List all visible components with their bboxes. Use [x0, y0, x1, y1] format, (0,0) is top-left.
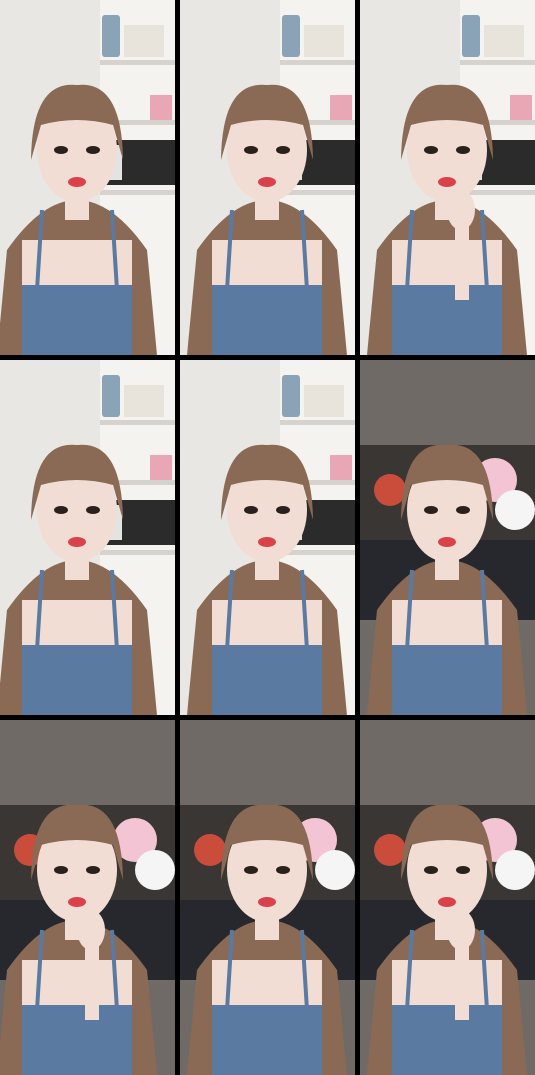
pink-box [330, 455, 352, 480]
denim-top [22, 645, 132, 715]
eye-right [456, 866, 470, 874]
canister [282, 15, 300, 57]
eye-left [54, 506, 68, 514]
eye-right [86, 146, 100, 154]
denim-top [392, 285, 502, 355]
photo-tile-1 [0, 0, 175, 355]
plush-toy-white [315, 850, 355, 890]
pink-box [330, 95, 352, 120]
pink-box [510, 95, 532, 120]
photo-tile-4 [0, 360, 175, 715]
photo-6 [360, 360, 535, 715]
photo-5 [180, 360, 355, 715]
canister [102, 15, 120, 57]
lips [438, 897, 456, 907]
eye-right [86, 506, 100, 514]
denim-top [212, 285, 322, 355]
denim-top [22, 1005, 132, 1075]
eye-left [244, 866, 258, 874]
lips [68, 897, 86, 907]
eye-left [244, 506, 258, 514]
denim-top [212, 1005, 322, 1075]
photo-1 [0, 0, 175, 355]
denim-top [392, 645, 502, 715]
lips [258, 177, 276, 187]
storage-box [124, 25, 164, 57]
lips [438, 537, 456, 547]
lips [438, 177, 456, 187]
pink-box [150, 95, 172, 120]
eye-right [456, 506, 470, 514]
photo-collage [0, 0, 535, 1075]
forearm [455, 220, 469, 300]
photo-4 [0, 360, 175, 715]
shelf-board [280, 420, 355, 425]
photo-tile-8 [180, 720, 355, 1075]
shelf-board [100, 190, 175, 195]
eye-left [424, 506, 438, 514]
photo-tile-7 [0, 720, 175, 1075]
lips [68, 177, 86, 187]
canister [462, 15, 480, 57]
lips [258, 537, 276, 547]
eye-left [244, 146, 258, 154]
toy-red [374, 474, 406, 506]
eye-right [456, 146, 470, 154]
photo-7 [0, 720, 175, 1075]
canister [102, 375, 120, 417]
eye-left [54, 146, 68, 154]
denim-top [392, 1005, 502, 1075]
toy-red [194, 834, 226, 866]
photo-3 [360, 0, 535, 355]
pink-box [150, 455, 172, 480]
shelf-board [100, 60, 175, 65]
storage-box [304, 25, 344, 57]
plush-toy-white [495, 850, 535, 890]
lips [258, 897, 276, 907]
photo-tile-3 [360, 0, 535, 355]
storage-box [124, 385, 164, 417]
eye-right [276, 146, 290, 154]
forearm [85, 940, 99, 1020]
shelf-board [460, 60, 535, 65]
forearm [455, 940, 469, 1020]
denim-top [22, 285, 132, 355]
shelf-board [100, 420, 175, 425]
photo-tile-5 [180, 360, 355, 715]
eye-right [86, 866, 100, 874]
photo-tile-6 [360, 360, 535, 715]
lips [68, 537, 86, 547]
photo-2 [180, 0, 355, 355]
canister [282, 375, 300, 417]
toy-red [374, 834, 406, 866]
eye-left [424, 866, 438, 874]
photo-8 [180, 720, 355, 1075]
storage-box [484, 25, 524, 57]
denim-top [212, 645, 322, 715]
plush-toy-white [495, 490, 535, 530]
eye-left [54, 866, 68, 874]
eye-right [276, 506, 290, 514]
shelf-board [100, 550, 175, 555]
plush-toy-white [135, 850, 175, 890]
shelf-board [280, 60, 355, 65]
eye-left [424, 146, 438, 154]
photo-tile-9 [360, 720, 535, 1075]
storage-box [304, 385, 344, 417]
photo-9 [360, 720, 535, 1075]
eye-right [276, 866, 290, 874]
photo-tile-2 [180, 0, 355, 355]
